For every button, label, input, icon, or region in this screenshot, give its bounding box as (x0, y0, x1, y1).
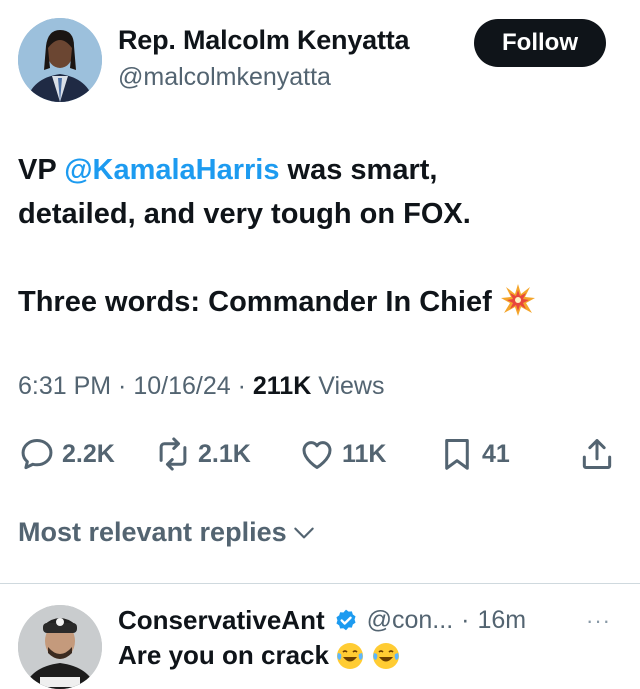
verified-badge-icon (336, 609, 356, 630)
like-button[interactable]: 11K (298, 432, 386, 476)
replies-sort-dropdown[interactable]: Most relevant replies (18, 517, 317, 548)
author-handle[interactable]: @malcolmkenyatta (118, 63, 331, 92)
collision-emoji-icon (500, 283, 536, 317)
tweet-text: VP @KamalaHarris was smart, detailed, an… (18, 148, 618, 324)
reply-count: 2.2K (62, 439, 115, 468)
chevron-down-icon (293, 527, 314, 538)
tweet-line-1-rest: was smart, (279, 154, 438, 186)
tears-of-joy-emoji-icon (336, 642, 363, 669)
share-button[interactable] (578, 432, 616, 476)
reply-avatar[interactable] (18, 605, 102, 689)
mention-link[interactable]: @KamalaHarris (64, 154, 279, 186)
repost-button[interactable]: 2.1K (154, 432, 251, 476)
tears-of-joy-emoji-icon (372, 642, 399, 669)
bookmark-button[interactable]: 41 (438, 432, 510, 476)
follow-button[interactable]: Follow (474, 19, 606, 67)
like-count: 11K (342, 439, 387, 468)
tweet-time[interactable]: 6:31 PM (18, 372, 111, 400)
tweet-prefix: VP (18, 154, 65, 186)
reply-separator: · (461, 606, 470, 634)
tweet-line-2: detailed, and very tough on FOX. (18, 198, 471, 230)
bookmark-count: 41 (482, 439, 510, 468)
tweet-meta: 6:31 PM · 10/16/24 · 211K Views (18, 372, 385, 400)
tweet-line-3-text: Three words: Commander In Chief (18, 286, 492, 318)
share-icon (582, 439, 612, 469)
views-count: 211K (252, 372, 312, 400)
tweet-date[interactable]: 10/16/24 (133, 372, 230, 400)
tweet-line-1: VP @KamalaHarris was smart, (18, 148, 618, 192)
reply-text: Are you on crack (118, 640, 401, 671)
tweet-line-3: Three words: Commander In Chief (18, 280, 618, 324)
action-bar: 2.2K 2.1K 11K 41 (0, 432, 640, 476)
repost-icon (159, 437, 187, 471)
reply-avatar-image (18, 605, 102, 689)
author-name[interactable]: Rep. Malcolm Kenyatta (118, 25, 410, 56)
author-avatar-image (18, 18, 102, 102)
reply-icon (21, 439, 53, 470)
more-options-icon[interactable]: ··· (586, 608, 611, 634)
reply-time[interactable]: 16m (477, 606, 526, 635)
reply-header: ConservativeAnt @con... · 16m (118, 605, 526, 636)
divider (0, 583, 640, 584)
bookmark-icon (445, 439, 469, 470)
reply-author-name[interactable]: ConservativeAnt (118, 605, 325, 636)
author-avatar[interactable] (18, 18, 102, 102)
reply-text-content: Are you on crack (118, 640, 329, 670)
views-label: Views (318, 372, 385, 400)
reply-button[interactable]: 2.2K (18, 432, 115, 476)
reply-author-handle[interactable]: @con... (367, 606, 454, 635)
repost-count: 2.1K (198, 439, 251, 468)
replies-sort-label: Most relevant replies (18, 517, 287, 547)
heart-icon (302, 441, 332, 469)
